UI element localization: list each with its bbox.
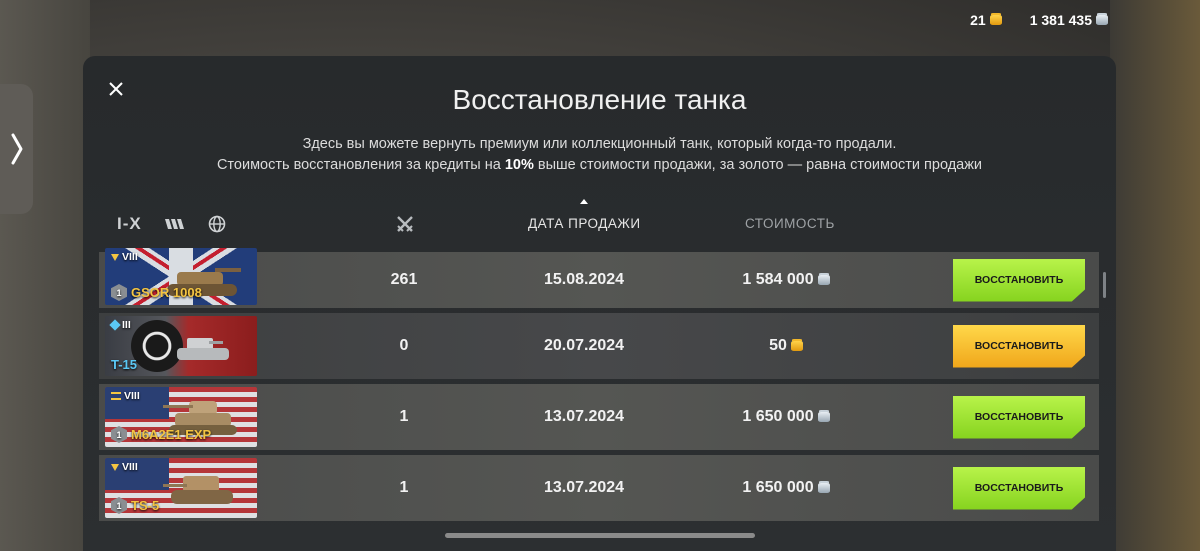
restore-cost-value: 50 [769, 337, 787, 354]
battles-column-header[interactable] [395, 214, 415, 237]
battles-count: 0 [399, 337, 409, 354]
gold-icon [989, 15, 1002, 25]
tank-name: 1 M6A2E1 EXP [111, 426, 211, 443]
restore-cost: 1 650 000 [711, 408, 861, 426]
premium-icon [111, 253, 119, 261]
currency-bar: 21 1 381 435 [970, 12, 1108, 28]
table-row: III T-15 0 20.07.2024 50 ВОССТАНОВИТЬ [99, 313, 1099, 379]
tank-image [163, 476, 233, 504]
mastery-badge-icon: 1 [111, 284, 127, 301]
table-row: VIII 1 GSOR 1008 261 15.08.2024 1 584 00… [99, 248, 1099, 308]
collector-icon [109, 319, 121, 331]
tank-name-value: M6A2E1 EXP [131, 427, 212, 442]
credits-balance: 1 381 435 [1030, 12, 1108, 28]
tank-tier-value: VIII [122, 461, 138, 473]
home-indicator[interactable] [445, 533, 755, 538]
tank-name-value: GSOR 1008 [131, 285, 202, 300]
tank-tier: VIII [111, 390, 140, 402]
description-line-2: Стоимость восстановления за кредиты на 1… [83, 155, 1116, 176]
restore-button[interactable]: ВОССТАНОВИТЬ [953, 258, 1085, 302]
restore-cost-value: 1 650 000 [742, 408, 814, 425]
tank-name: 1 TS-5 [111, 497, 159, 514]
description-line-1: Здесь вы можете вернуть премиум или колл… [302, 136, 897, 152]
restore-tank-modal: Восстановление танка Здесь вы можете вер… [83, 56, 1116, 551]
side-panel-toggle[interactable] [0, 84, 33, 214]
tank-tier-value: VIII [122, 251, 138, 263]
restore-button[interactable]: ВОССТАНОВИТЬ [953, 466, 1085, 510]
battles-count: 1 [399, 408, 409, 425]
restore-button[interactable]: ВОССТАНОВИТЬ [953, 395, 1085, 439]
vehicle-type-filter[interactable] [164, 215, 186, 233]
credits-icon [817, 275, 830, 285]
globe-icon [208, 215, 226, 233]
credits-amount: 1 381 435 [1029, 12, 1092, 28]
chevron-right-icon [11, 133, 22, 165]
tank-tier: VIII [111, 251, 138, 263]
sort-arrow-icon [580, 199, 589, 204]
tank-card[interactable]: VIII 1 GSOR 1008 [105, 248, 257, 305]
restore-button[interactable]: ВОССТАНОВИТЬ [953, 324, 1085, 368]
tier-filter[interactable]: I-X [117, 214, 142, 234]
sale-date: 13.07.2024 [543, 408, 625, 425]
tank-tier: VIII [111, 461, 138, 473]
premium-icon [111, 463, 119, 471]
credits-icon [817, 412, 830, 422]
tank-name: 1 GSOR 1008 [111, 284, 202, 301]
sale-date: 20.07.2024 [543, 337, 625, 354]
sale-date: 15.08.2024 [543, 271, 625, 288]
restore-cost: 50 [711, 337, 861, 355]
tank-tier: III [109, 319, 131, 331]
credits-icon [1096, 15, 1108, 25]
list-scrollbar[interactable] [1103, 272, 1106, 298]
tank-list: VIII 1 GSOR 1008 261 15.08.2024 1 584 00… [99, 248, 1099, 526]
restore-cost-value: 1 650 000 [742, 479, 814, 496]
premium-icon [111, 392, 121, 400]
restore-cost-value: 1 584 000 [742, 271, 814, 288]
tank-image [177, 338, 229, 360]
tank-card[interactable]: VIII 1 TS-5 [105, 458, 257, 518]
table-row: VIII 1 TS-5 1 13.07.2024 1 650 000 ВОССТ… [99, 455, 1099, 521]
vehicle-type-icon [164, 219, 184, 229]
description-text-a: Стоимость восстановления за кредиты на [216, 157, 505, 173]
nation-filter[interactable] [208, 215, 226, 233]
background-right [1110, 0, 1200, 551]
modal-description: Здесь вы можете вернуть премиум или колл… [83, 134, 1116, 176]
tank-card[interactable]: VIII 1 M6A2E1 EXP [105, 387, 257, 447]
mastery-badge-icon: 1 [111, 497, 127, 514]
sale-date: 13.07.2024 [543, 479, 625, 496]
tank-name: T-15 [111, 357, 137, 372]
tank-card[interactable]: III T-15 [105, 316, 257, 376]
filter-bar: I-X [117, 214, 226, 234]
battles-count: 1 [399, 479, 409, 496]
background-left [0, 0, 90, 551]
credits-icon [817, 483, 830, 493]
crossed-swords-icon [397, 216, 413, 232]
battles-count: 261 [390, 271, 418, 288]
description-text-c: выше стоимости продажи, за золото — равн… [533, 157, 983, 173]
gold-amount: 21 [970, 12, 986, 28]
cost-column-header[interactable]: СТОИМОСТЬ [745, 216, 835, 231]
gold-balance: 21 [970, 12, 1002, 28]
restore-cost: 1 650 000 [711, 479, 861, 497]
table-row: VIII 1 M6A2E1 EXP 1 13.07.2024 1 650 000… [99, 384, 1099, 450]
tank-tier-value: VIII [124, 390, 140, 402]
tank-tier-value: III [122, 319, 131, 331]
gold-icon [790, 341, 803, 351]
tank-name-value: T-15 [111, 357, 138, 372]
modal-title: Восстановление танка [452, 84, 747, 115]
tank-name-value: TS-5 [131, 498, 160, 513]
mastery-badge-icon: 1 [111, 426, 127, 443]
restore-cost: 1 584 000 [711, 271, 861, 289]
sale-date-column-header[interactable]: ДАТА ПРОДАЖИ [528, 199, 641, 231]
sale-date-header-label: ДАТА ПРОДАЖИ [528, 216, 641, 231]
description-percent: 10% [504, 157, 534, 173]
